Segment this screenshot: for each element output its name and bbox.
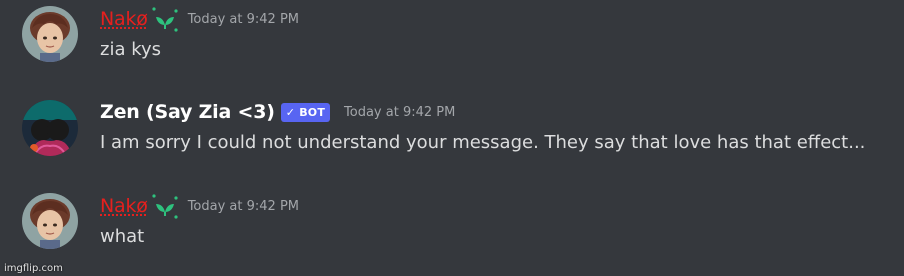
sprout-icon — [150, 5, 180, 33]
bot-avatar[interactable] — [22, 100, 78, 156]
username[interactable]: Nakø — [100, 194, 148, 218]
watermark: imgflip.com — [4, 263, 63, 274]
username[interactable]: Zen (Say Zia <3) — [100, 100, 275, 124]
verified-check-icon: ✓ — [285, 105, 296, 119]
sprout-icon — [150, 192, 180, 220]
message-text: what — [100, 226, 145, 247]
message-timestamp[interactable]: Today at 9:42 PM — [188, 12, 299, 27]
chat-message: Nakø Today at 9:42 PM what — [0, 187, 904, 267]
bot-tag: ✓ BOT — [280, 102, 331, 122]
message-text: I am sorry I could not understand your m… — [100, 132, 866, 153]
avatar-image — [22, 100, 78, 156]
message-timestamp[interactable]: Today at 9:42 PM — [188, 199, 299, 214]
user-avatar[interactable] — [22, 6, 78, 62]
message-text: zia kys — [100, 39, 162, 60]
username[interactable]: Nakø — [100, 7, 148, 31]
chat-log: Nakø Today at 9:42 PM zia kys Zen (Say Z… — [0, 0, 904, 276]
message-timestamp[interactable]: Today at 9:42 PM — [344, 105, 455, 120]
bot-tag-label: BOT — [299, 105, 326, 119]
chat-message: Nakø Today at 9:42 PM zia kys — [0, 0, 904, 80]
chat-message: Zen (Say Zia <3) ✓ BOT Today at 9:42 PM … — [0, 93, 904, 173]
avatar-image — [22, 6, 78, 62]
user-avatar[interactable] — [22, 193, 78, 249]
avatar-image — [22, 193, 78, 249]
